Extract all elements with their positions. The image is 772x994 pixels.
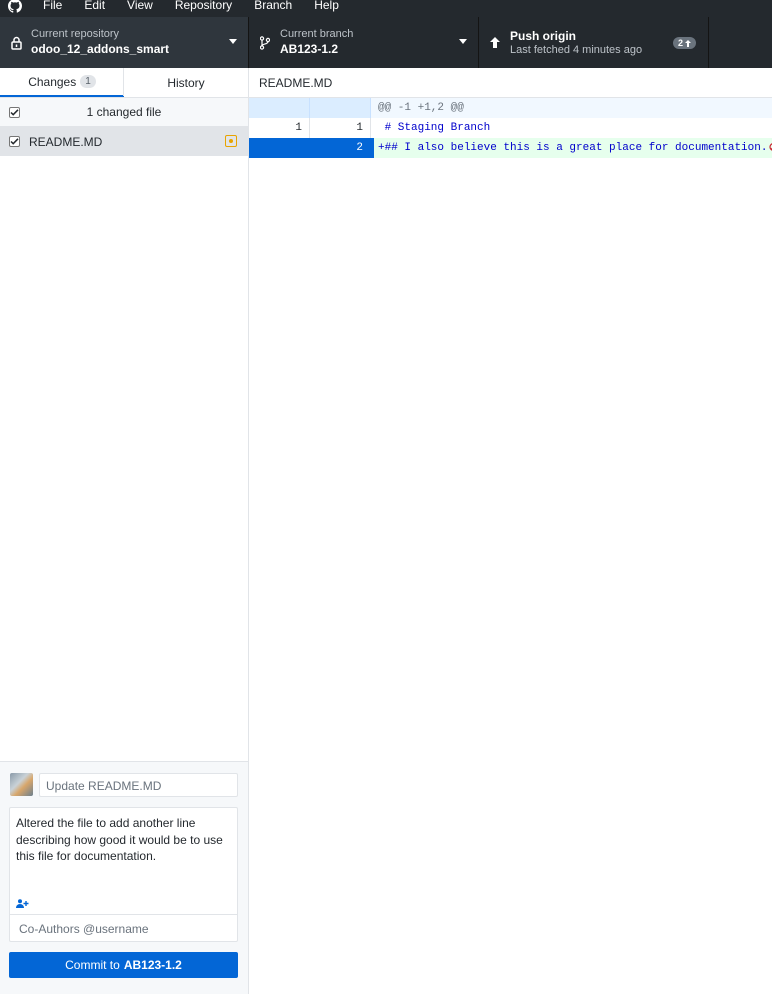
branch-icon	[250, 35, 280, 50]
diff-line-text-wrap: +## I also believe this is a great place…	[374, 138, 772, 158]
toolbar: Current repository odoo_12_addons_smart …	[0, 17, 772, 68]
diff-line-text: +## I also believe this is a great place…	[378, 142, 768, 154]
old-line-number: 1	[249, 118, 310, 138]
current-repository-button[interactable]: Current repository odoo_12_addons_smart	[0, 17, 249, 68]
coauthors-input[interactable]: Co-Authors @username	[10, 914, 237, 941]
diff-view: README.MD @@ -1 +1,2 @@ 1 1 # Staging Br…	[249, 68, 772, 994]
hunk-text: @@ -1 +1,2 @@	[371, 98, 772, 118]
commit-description-text: Altered the file to add another line des…	[16, 816, 223, 863]
sidebar: Changes 1 History 1 changed file README.…	[0, 68, 249, 994]
avatar	[10, 773, 33, 796]
commit-description-field[interactable]: Altered the file to add another line des…	[9, 807, 238, 942]
branch-name: AB123-1.2	[280, 42, 339, 56]
menu-edit[interactable]: Edit	[84, 0, 105, 14]
old-line-number	[249, 138, 310, 158]
file-modified-icon	[225, 135, 237, 147]
diff-file-header: README.MD	[249, 68, 772, 98]
commit-button-prefix: Commit to	[65, 958, 120, 972]
checkmark-icon	[10, 138, 19, 145]
menu-help[interactable]: Help	[314, 0, 339, 14]
tab-history[interactable]: History	[124, 68, 248, 97]
diff-line-text: # Staging Branch	[378, 122, 491, 134]
github-logo-icon	[7, 0, 23, 14]
changes-count-badge: 1	[80, 75, 96, 88]
commit-panel: Update README.MD Altered the file to add…	[0, 761, 248, 994]
new-line-number: 1	[310, 118, 371, 138]
commit-summary-input[interactable]: Update README.MD	[39, 773, 238, 797]
menu-repository[interactable]: Repository	[175, 0, 232, 14]
arrow-up-icon	[685, 39, 691, 47]
new-line-gutter	[310, 98, 371, 118]
branch-desc: Current branch	[280, 28, 354, 40]
repository-desc: Current repository	[31, 28, 120, 40]
push-origin-button[interactable]: Push origin Last fetched 4 minutes ago 2	[479, 17, 709, 68]
tab-bar: Changes 1 History	[0, 68, 248, 98]
diff-hunk-header: @@ -1 +1,2 @@	[249, 98, 772, 118]
checkmark-icon	[10, 109, 19, 116]
lock-icon	[1, 36, 31, 50]
diff-line-added[interactable]: 2 +## I also believe this is a great pla…	[249, 138, 772, 158]
repository-name: odoo_12_addons_smart	[31, 42, 170, 56]
file-checkbox[interactable]	[9, 136, 20, 147]
add-coauthor-icon[interactable]	[16, 898, 30, 908]
tab-history-label: History	[167, 75, 205, 90]
select-all-checkbox[interactable]	[9, 107, 20, 118]
push-title: Push origin	[510, 29, 576, 43]
last-fetched: Last fetched 4 minutes ago	[510, 44, 643, 56]
old-line-gutter	[249, 98, 310, 118]
commit-button[interactable]: Commit to AB123-1.2	[9, 952, 238, 978]
changed-files-header: 1 changed file	[0, 98, 248, 127]
diff-line-context[interactable]: 1 1 # Staging Branch	[249, 118, 772, 138]
ahead-count: 2	[677, 38, 683, 48]
ahead-count-badge: 2	[672, 37, 696, 49]
file-list-item[interactable]: README.MD	[0, 127, 248, 156]
file-name: README.MD	[29, 135, 103, 149]
chevron-down-icon	[459, 39, 467, 44]
arrow-up-icon	[480, 37, 510, 48]
tab-changes-label: Changes	[28, 74, 77, 89]
menu-branch[interactable]: Branch	[254, 0, 292, 14]
menu-view[interactable]: View	[127, 0, 153, 14]
new-line-number: 2	[310, 138, 371, 158]
tab-changes[interactable]: Changes 1	[0, 68, 124, 97]
commit-button-branch: AB123-1.2	[123, 958, 182, 972]
menu-file[interactable]: File	[43, 0, 62, 14]
current-branch-button[interactable]: Current branch AB123-1.2	[249, 17, 479, 68]
chevron-down-icon	[229, 39, 237, 44]
menu-bar: File Edit View Repository Branch Help	[0, 0, 772, 17]
changed-files-count: 1 changed file	[86, 105, 162, 119]
